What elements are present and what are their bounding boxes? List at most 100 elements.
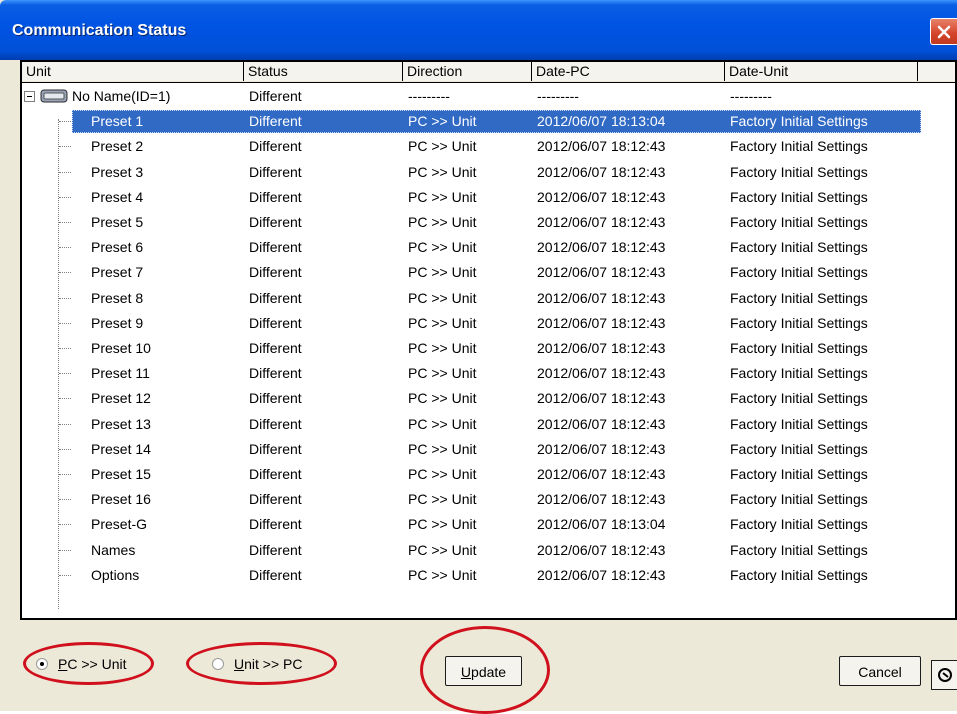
- table-row[interactable]: Preset 2 Different PC >> Unit 2012/06/07 18…: [22, 134, 955, 159]
- column-header-status[interactable]: Status: [244, 62, 403, 81]
- row-date-pc: 2012/06/07 18:12:43: [537, 541, 666, 558]
- column-header-direction[interactable]: Direction: [403, 62, 532, 81]
- row-status: Different: [249, 264, 302, 281]
- row-date-pc: 2012/06/07 18:12:43: [537, 390, 666, 407]
- row-direction: PC >> Unit: [408, 239, 477, 256]
- device-icon: [40, 89, 68, 103]
- row-status: Different: [249, 138, 302, 155]
- table-row[interactable]: Names Different PC >> Unit 2012/06/07 18:12…: [22, 538, 955, 563]
- tree-branch-line: [59, 121, 71, 123]
- row-direction: PC >> Unit: [408, 466, 477, 482]
- table-row[interactable]: Options Different PC >> Unit 2012/06/07 18:…: [22, 563, 955, 588]
- table-row[interactable]: Preset 6 Different PC >> Unit 2012/06/07 18…: [22, 235, 955, 260]
- row-direction: PC >> Unit: [408, 415, 477, 432]
- table-row[interactable]: Preset 9 Different PC >> Unit 2012/06/07 18…: [22, 311, 955, 336]
- row-unit-name: Preset-G: [91, 516, 148, 533]
- row-status: Different: [249, 163, 302, 180]
- column-header-date-unit[interactable]: Date-Unit: [725, 62, 918, 81]
- row-direction: PC >> Unit: [408, 541, 477, 558]
- tree-root-row[interactable]: No Name(ID=1) Different --------- ------…: [22, 84, 955, 109]
- collapse-toggle-icon[interactable]: [24, 91, 35, 102]
- highlight-ring-update: [420, 626, 550, 714]
- row-direction: PC >> Unit: [408, 390, 477, 407]
- cancel-button[interactable]: Cancel: [839, 656, 921, 686]
- help-button[interactable]: [931, 660, 957, 690]
- row-date-unit: Factory Initial Settings: [730, 491, 868, 508]
- row-date-unit: Factory Initial Settings: [730, 516, 868, 533]
- row-direction: PC >> Unit: [408, 163, 477, 180]
- row-date-unit: Factory Initial Settings: [730, 289, 868, 306]
- row-date-unit: Factory Initial Settings: [730, 239, 868, 256]
- table-row[interactable]: Preset 15 Different PC >> Unit 2012/06/07 1…: [22, 462, 955, 487]
- close-button[interactable]: [930, 18, 957, 45]
- list-header: Unit Status Direction Date-PC Date-Unit: [22, 62, 955, 83]
- row-direction: PC >> Unit: [408, 440, 477, 457]
- table-row[interactable]: Preset 3 Different PC >> Unit 2012/06/07 18…: [22, 160, 955, 185]
- row-date-unit: Factory Initial Settings: [730, 390, 868, 407]
- table-row[interactable]: Preset 8 Different PC >> Unit 2012/06/07 18…: [22, 286, 955, 311]
- table-row[interactable]: Preset 13 Different PC >> Unit 2012/06/07 1…: [22, 412, 955, 437]
- tree-branch-line: [59, 196, 71, 198]
- table-row[interactable]: Preset 11 Different PC >> Unit 2012/06/07 1…: [22, 361, 955, 386]
- unit-status-list[interactable]: Unit Status Direction Date-PC Date-Unit …: [20, 60, 957, 620]
- row-status: Different: [249, 314, 302, 331]
- tree-branch-line: [59, 423, 71, 425]
- table-row[interactable]: Preset 16 Different PC >> Unit 2012/06/07 1…: [22, 487, 955, 512]
- table-row[interactable]: Preset 10 Different PC >> Unit 2012/06/07 1…: [22, 336, 955, 361]
- row-unit-name: Preset 6: [91, 239, 144, 256]
- table-row[interactable]: Preset 1 Different PC >> Unit 2012/06/07 18…: [22, 109, 955, 134]
- tree-branch-line: [59, 222, 71, 223]
- table-row[interactable]: Preset 7 Different PC >> Unit 2012/06/07 18…: [22, 260, 955, 285]
- row-date-unit: Factory Initial Settings: [730, 314, 868, 331]
- row-date-pc: 2012/06/07 18:12:43: [537, 289, 666, 306]
- table-row[interactable]: Preset 14 Different PC >> Unit 2012/06/07 1…: [22, 437, 955, 462]
- row-date-unit: Factory Initial Settings: [730, 541, 868, 558]
- bottom-controls: PC >> Unit Unit >> PC Update Cancel: [0, 620, 957, 714]
- row-date-unit: Factory Initial Settings: [730, 163, 868, 180]
- row-direction: PC >> Unit: [408, 188, 477, 205]
- window-title: Communication Status: [12, 22, 187, 39]
- row-unit-name: Preset 13: [91, 415, 151, 432]
- communication-status-dialog: Communication Status Unit Status Directi…: [0, 0, 957, 714]
- tree-branch-line: [59, 398, 71, 400]
- row-unit-name: Preset 5: [91, 214, 144, 230]
- table-row[interactable]: Preset 4 Different PC >> Unit 2012/06/07 18…: [22, 185, 955, 210]
- row-direction: PC >> Unit: [408, 113, 477, 130]
- root-direction: ---------: [408, 88, 450, 104]
- tree-branch-line: [59, 373, 71, 375]
- title-bar: Communication Status: [0, 0, 957, 60]
- row-date-pc: 2012/06/07 18:12:43: [537, 415, 666, 432]
- table-row[interactable]: Preset 5 Different PC >> Unit 2012/06/07 18…: [22, 210, 955, 235]
- table-row[interactable]: Preset-G Different PC >> Unit 2012/06/07 18…: [22, 512, 955, 537]
- row-date-unit: Factory Initial Settings: [730, 264, 868, 281]
- column-header-unit[interactable]: Unit: [22, 62, 244, 81]
- row-unit-name: Preset 14: [91, 440, 151, 457]
- row-status: Different: [249, 541, 302, 558]
- row-unit-name: Preset 8: [91, 289, 144, 306]
- row-date-unit: Factory Initial Settings: [730, 566, 868, 583]
- row-date-pc: 2012/06/07 18:12:43: [537, 340, 666, 356]
- row-direction: PC >> Unit: [408, 214, 477, 230]
- row-date-pc: 2012/06/07 18:13:04: [537, 113, 666, 130]
- row-unit-name: Preset 11: [91, 365, 150, 382]
- tree-branch-line: [59, 549, 71, 551]
- row-date-unit: Factory Initial Settings: [730, 113, 868, 130]
- row-date-pc: 2012/06/07 18:13:04: [537, 516, 666, 533]
- row-date-unit: Factory Initial Settings: [730, 138, 868, 155]
- table-row[interactable]: Preset 12 Different PC >> Unit 2012/06/07 1…: [22, 386, 955, 411]
- root-date-unit: ---------: [730, 88, 772, 104]
- tree-branch-line: [59, 499, 71, 501]
- row-date-pc: 2012/06/07 18:12:43: [537, 365, 666, 382]
- row-unit-name: Names: [91, 541, 136, 558]
- tree-branch-line: [59, 474, 71, 475]
- row-date-pc: 2012/06/07 18:12:43: [537, 214, 666, 230]
- column-header-date-pc[interactable]: Date-PC: [532, 62, 725, 81]
- row-unit-name: Preset 4: [91, 188, 144, 205]
- row-date-pc: 2012/06/07 18:12:43: [537, 264, 666, 281]
- tree-branch-line: [59, 322, 71, 324]
- row-status: Different: [249, 466, 302, 482]
- row-date-unit: Factory Initial Settings: [730, 340, 868, 356]
- tree-branch-line: [59, 272, 71, 274]
- row-unit-name: Preset 10: [91, 340, 151, 356]
- row-status: Different: [249, 340, 302, 356]
